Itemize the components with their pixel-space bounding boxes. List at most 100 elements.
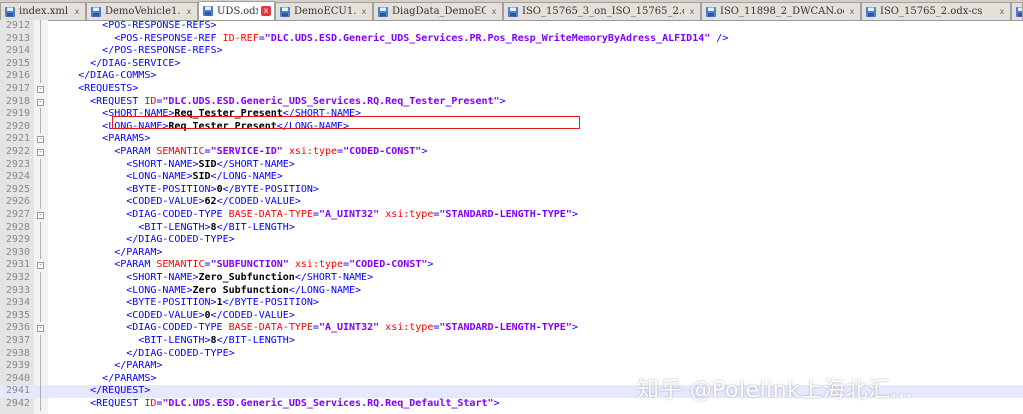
tab-1[interactable]: DemoVehicle1.odx-vx xyxy=(86,2,198,20)
code-token: <BYTE-POSITION> xyxy=(126,183,217,195)
watermark: 知乎 @Polelink上海北汇... xyxy=(637,378,913,403)
code-token: BASE-DATA-TYPE xyxy=(228,322,313,334)
code-line[interactable]: 2923 <SHORT-NAME>SID</SHORT-NAME> xyxy=(0,159,1023,172)
code-line[interactable]: 2914 </POS-RESPONSE-REFS> xyxy=(0,45,1023,58)
code-line[interactable]: 2937 <BIT-LENGTH>8</BIT-LENGTH> xyxy=(0,335,1023,348)
code-text: </DIAG-SERVICE> xyxy=(54,58,180,71)
code-text: <REQUESTS> xyxy=(54,83,138,96)
fold-toggle-icon[interactable]: - xyxy=(37,212,44,219)
tab-8[interactable]: IS xyxy=(1011,2,1023,20)
close-tab-icon[interactable]: x xyxy=(847,7,857,17)
code-line[interactable]: 2926 <CODED-VALUE>62</CODED-VALUE> xyxy=(0,196,1023,209)
code-line[interactable]: 2921 <PARAMS> xyxy=(0,133,1023,146)
code-line[interactable]: 2934 <BYTE-POSITION>1</BYTE-POSITION> xyxy=(0,297,1023,310)
code-token: <POS-RESPONSE-REF xyxy=(114,32,223,44)
code-line[interactable]: 2929 </DIAG-CODED-TYPE> xyxy=(0,234,1023,247)
code-token: /> xyxy=(710,32,729,44)
code-token: > xyxy=(427,259,434,271)
code-token: > xyxy=(571,209,578,220)
line-number: 2932 xyxy=(5,272,30,283)
code-text: </PARAMS> xyxy=(54,373,156,386)
code-line[interactable]: 2918 <REQUEST ID="DLC.UDS.ESD.Generic_UD… xyxy=(0,96,1023,109)
code-line[interactable]: 2930 </PARAM> xyxy=(0,247,1023,260)
code-line[interactable]: 2936 <DIAG-CODED-TYPE BASE-DATA-TYPE="A_… xyxy=(0,322,1023,335)
close-tab-icon[interactable]: x xyxy=(359,7,369,17)
save-disk-icon xyxy=(90,6,102,18)
close-tab-icon[interactable]: x xyxy=(261,6,271,16)
fold-toggle-icon[interactable]: - xyxy=(37,86,44,93)
code-text: <CODED-VALUE>0</CODED-VALUE> xyxy=(54,310,295,323)
code-line[interactable]: 2922 <PARAM SEMANTIC="SERVICE-ID" xsi:ty… xyxy=(0,146,1023,159)
code-line[interactable]: 2917 <REQUESTS> xyxy=(0,83,1023,96)
fold-toggle-icon[interactable]: - xyxy=(37,98,44,106)
tab-label: ISO_15765_2.odx-cs xyxy=(880,6,983,17)
code-token: xsi:type xyxy=(385,322,434,334)
code-text: <PARAM SEMANTIC="SERVICE-ID" xsi:type="C… xyxy=(54,146,427,159)
close-tab-icon[interactable]: x xyxy=(687,7,697,17)
tab-label: DiagData_DemoECU.odx-d xyxy=(392,6,486,17)
code-token: <LONG-NAME> xyxy=(126,171,193,183)
code-token: 62 xyxy=(204,196,217,208)
code-line[interactable]: 2927 <DIAG-CODED-TYPE BASE-DATA-TYPE="A_… xyxy=(0,209,1023,222)
tab-5[interactable]: ISO_15765_3_on_ISO_15765_2.odx-cx xyxy=(503,2,701,20)
code-line[interactable]: 2915 </DIAG-SERVICE> xyxy=(0,58,1023,71)
tab-0[interactable]: index.xml x xyxy=(0,2,86,20)
tab-6[interactable]: ISO_11898_2_DWCAN.odx-csx xyxy=(701,2,861,20)
line-number: 2925 xyxy=(5,183,30,195)
tab-7[interactable]: ISO_15765_2.odx-cs x xyxy=(861,2,1011,20)
code-token: </SHORT-NAME> xyxy=(216,158,295,170)
code-line[interactable]: 2928 <BIT-LENGTH>8</BIT-LENGTH> xyxy=(0,222,1023,235)
tab-2[interactable]: UDS.odx-dx xyxy=(198,1,275,20)
code-line[interactable]: 2924 <LONG-NAME>SID</LONG-NAME> xyxy=(0,171,1023,184)
code-token: <PARAM xyxy=(114,259,157,271)
tab-4[interactable]: DiagData_DemoECU.odx-dx xyxy=(373,2,503,20)
code-line[interactable]: 2938 </DIAG-CODED-TYPE> xyxy=(0,348,1023,361)
fold-guide xyxy=(40,385,41,398)
code-line[interactable]: 2913 <POS-RESPONSE-REF ID-REF="DLC.UDS.E… xyxy=(0,33,1023,46)
code-text: </REQUEST> xyxy=(54,385,150,398)
code-line[interactable]: 2932 <SHORT-NAME>Zero_Subfunction</SHORT… xyxy=(0,272,1023,285)
line-number: 2919 xyxy=(5,108,30,120)
code-line[interactable]: 2935 <CODED-VALUE>0</CODED-VALUE> xyxy=(0,310,1023,323)
code-token: <CODED-VALUE> xyxy=(126,196,205,208)
tab-bar: index.xmlxDemoVehicle1.odx-vxUDS.odx-dxD… xyxy=(0,0,1023,21)
code-token: <BIT-LENGTH> xyxy=(138,335,211,346)
fold-toggle-icon[interactable]: - xyxy=(37,149,44,156)
fold-toggle-icon[interactable]: - xyxy=(37,262,44,270)
code-text: </POS-RESPONSE-REFS> xyxy=(54,45,222,58)
close-tab-icon[interactable]: x xyxy=(997,7,1007,17)
fold-toggle-icon[interactable]: - xyxy=(37,136,44,144)
close-tab-icon[interactable]: x xyxy=(184,7,194,17)
code-token: <REQUEST xyxy=(90,398,145,409)
code-token: </LONG-NAME> xyxy=(288,284,362,296)
code-token: "CODED-CONST" xyxy=(349,259,428,271)
close-tab-icon[interactable]: x xyxy=(72,7,82,17)
code-token: "STANDARD-LENGTH-TYPE" xyxy=(439,209,572,220)
fold-guide xyxy=(40,309,41,323)
code-line[interactable]: 2912 <POS-RESPONSE-REFS> xyxy=(0,20,1023,33)
code-token: </BIT-LENGTH> xyxy=(216,221,295,233)
code-line[interactable]: 2925 <BYTE-POSITION>0</BYTE-POSITION> xyxy=(0,184,1023,197)
fold-guide xyxy=(40,335,41,348)
code-token: "DLC.UDS.ESD.Generic_UDS_Services.RQ.Req… xyxy=(162,398,494,409)
line-number: 2921 xyxy=(5,133,30,145)
code-token: </CODED-VALUE> xyxy=(216,196,301,208)
code-editor[interactable]: 2912 <POS-RESPONSE-REFS> 2913 <POS-RESPON… xyxy=(0,20,1023,414)
fold-toggle-icon[interactable]: - xyxy=(37,325,44,333)
fold-guide xyxy=(40,183,41,197)
code-line[interactable]: 2916 </DIAG-COMMS> xyxy=(0,70,1023,83)
code-line[interactable]: 2933 <LONG-NAME>Zero Subfunction</LONG-N… xyxy=(0,285,1023,298)
close-tab-icon[interactable]: x xyxy=(489,7,499,17)
line-number: 2931 xyxy=(5,259,30,271)
code-text: <PARAM SEMANTIC="SUBFUNCTION" xsi:type="… xyxy=(54,259,433,272)
code-text: </DIAG-COMMS> xyxy=(54,70,156,83)
tab-3[interactable]: DemoECU1.odx-dx xyxy=(275,2,373,20)
code-token: </LONG-NAME> xyxy=(210,171,283,183)
code-line[interactable]: 2939 </PARAM> xyxy=(0,360,1023,373)
code-line[interactable]: 2931 <PARAM SEMANTIC="SUBFUNCTION" xsi:t… xyxy=(0,259,1023,272)
